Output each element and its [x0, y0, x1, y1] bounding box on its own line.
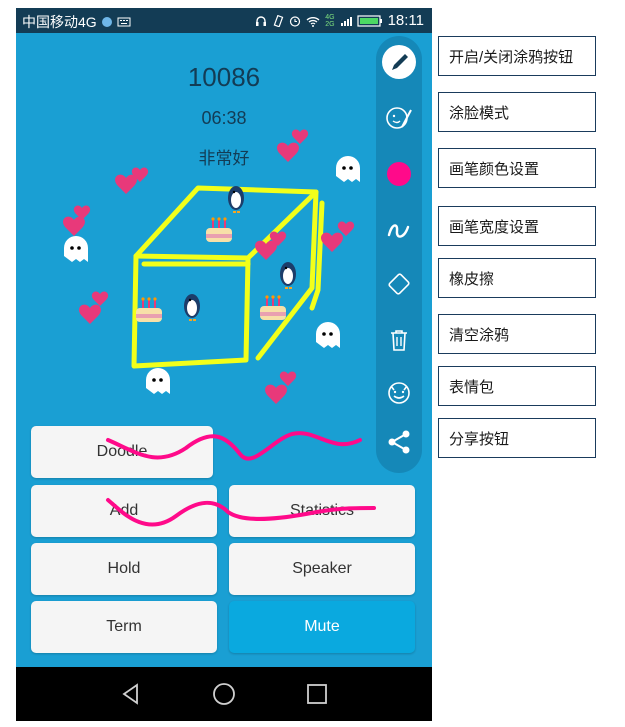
- back-icon[interactable]: [118, 681, 144, 707]
- eraser-button[interactable]: [376, 262, 422, 306]
- speaker-button[interactable]: Speaker: [229, 543, 415, 595]
- statistics-button[interactable]: Statistics: [229, 485, 415, 537]
- pen-toggle-button[interactable]: [376, 40, 422, 84]
- recent-apps-icon[interactable]: [304, 681, 330, 707]
- legend-pen-width: 画笔宽度设置: [438, 206, 596, 246]
- color-dot-icon: [387, 162, 411, 186]
- phone-screen: 中国移动4G 4G 2G 18:11 10086 06:38 非常好 Doodl…: [16, 8, 432, 721]
- legend-eraser: 橡皮擦: [438, 258, 596, 298]
- doodle-button[interactable]: Doodle: [31, 426, 213, 478]
- pen-width-button[interactable]: [376, 208, 422, 252]
- pen-color-button[interactable]: [376, 152, 422, 196]
- trash-icon: [391, 330, 407, 351]
- hold-button[interactable]: Hold: [31, 543, 217, 595]
- face-paint-button[interactable]: [376, 96, 422, 140]
- pen-toggle-icon: [382, 45, 416, 79]
- share-icon: [388, 430, 410, 454]
- home-icon[interactable]: [211, 681, 237, 707]
- navigation-bar: [16, 667, 432, 721]
- doodle-toolbar: [376, 36, 422, 473]
- legend-pen-color: 画笔颜色设置: [438, 148, 596, 188]
- share-button[interactable]: [376, 420, 422, 464]
- term-button[interactable]: Term: [31, 601, 217, 653]
- stroke-width-icon: [387, 224, 410, 238]
- emoji-button[interactable]: [376, 370, 422, 414]
- legend-toggle: 开启/关闭涂鸦按钮: [438, 36, 596, 76]
- clear-doodle-button[interactable]: [376, 318, 422, 362]
- legend-clear: 清空涂鸦: [438, 314, 596, 354]
- face-paint-icon: [386, 107, 412, 129]
- legend-face-mode: 涂脸模式: [438, 92, 596, 132]
- add-button[interactable]: Add: [31, 485, 217, 537]
- emoji-icon: [388, 382, 410, 404]
- legend-emoji: 表情包: [438, 366, 596, 406]
- eraser-icon: [388, 273, 410, 295]
- legend-share: 分享按钮: [438, 418, 596, 458]
- mute-button[interactable]: Mute: [229, 601, 415, 653]
